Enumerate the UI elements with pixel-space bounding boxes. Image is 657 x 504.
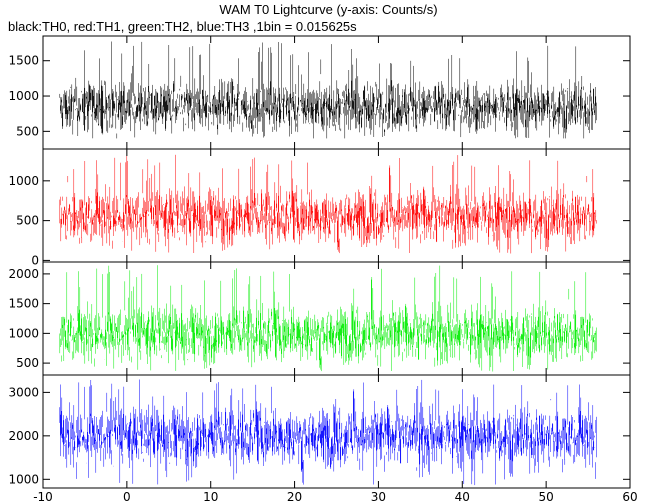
series-th2 bbox=[59, 265, 597, 372]
y-tick-label: 1000 bbox=[8, 174, 39, 188]
series-th1 bbox=[59, 154, 597, 254]
series-th3 bbox=[59, 379, 597, 486]
y-tick-label: 0 bbox=[31, 253, 39, 267]
x-tick-label: 30 bbox=[371, 490, 386, 504]
y-tick-label: 500 bbox=[16, 124, 39, 138]
y-tick-label: 500 bbox=[16, 214, 39, 228]
x-tick-label: 10 bbox=[203, 490, 218, 504]
x-tick-label: 60 bbox=[622, 490, 637, 504]
y-tick-label: 1500 bbox=[8, 297, 39, 311]
y-tick-label: 1500 bbox=[8, 54, 39, 68]
x-tick-label: 40 bbox=[455, 490, 470, 504]
y-tick-label: 1000 bbox=[8, 472, 39, 486]
x-tick-label: 0 bbox=[123, 490, 131, 504]
y-tick-label: 3000 bbox=[8, 385, 39, 399]
y-tick-label: 1000 bbox=[8, 89, 39, 103]
series-th0 bbox=[59, 41, 597, 139]
y-tick-label: 500 bbox=[16, 356, 39, 370]
x-tick-label: 50 bbox=[539, 490, 554, 504]
y-tick-label: 1000 bbox=[8, 326, 39, 340]
x-tick-label: -10 bbox=[33, 490, 53, 504]
y-tick-label: 2000 bbox=[8, 429, 39, 443]
y-tick-label: 2000 bbox=[8, 267, 39, 281]
lightcurve-plot: 5001000150005001000500100015002000100020… bbox=[8, 35, 638, 504]
x-tick-label: 20 bbox=[287, 490, 302, 504]
